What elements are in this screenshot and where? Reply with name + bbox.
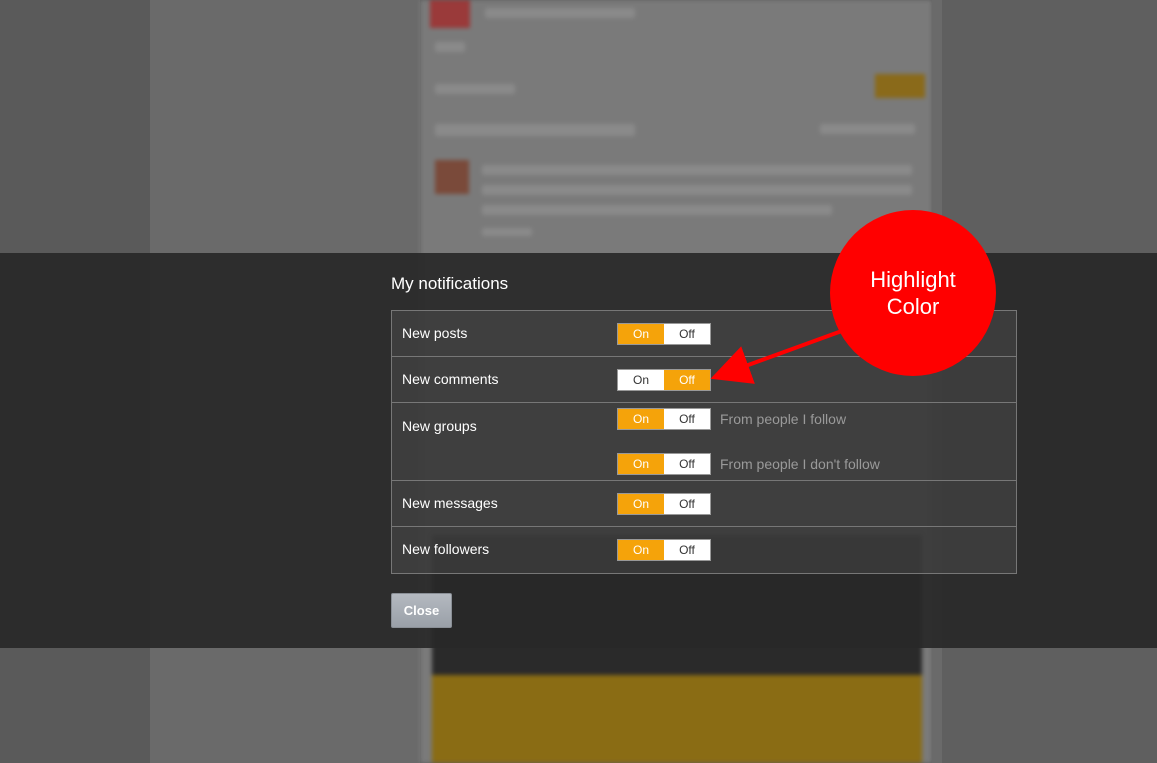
- row-label: New posts: [402, 325, 468, 341]
- background-text: [435, 42, 465, 52]
- toggle-off[interactable]: Off: [664, 540, 710, 560]
- background-text: [482, 185, 912, 195]
- new-groups-followed-toggle[interactable]: On Off: [617, 408, 711, 430]
- toggle-off[interactable]: Off: [664, 370, 710, 390]
- toggle-description: From people I don't follow: [720, 456, 880, 472]
- toggle-off[interactable]: Off: [664, 454, 710, 474]
- background-text: [482, 228, 532, 236]
- callout-line: Highlight: [870, 267, 956, 292]
- row-label: New groups: [402, 418, 477, 434]
- toggle-on[interactable]: On: [618, 409, 664, 429]
- row-label: New followers: [402, 541, 490, 557]
- background-text: [820, 124, 915, 134]
- background-promo-card: [432, 675, 922, 763]
- toggle-on[interactable]: On: [618, 324, 664, 344]
- background-text: [482, 205, 832, 215]
- background-avatar: [430, 0, 470, 28]
- row-label: New messages: [402, 495, 498, 511]
- callout-line: Color: [886, 294, 940, 319]
- background-text: [485, 8, 635, 18]
- toggle-off[interactable]: Off: [664, 324, 710, 344]
- close-button[interactable]: Close: [391, 593, 452, 628]
- toggle-description: From people I follow: [720, 411, 847, 427]
- toggle-on[interactable]: On: [618, 454, 664, 474]
- toggle-on[interactable]: On: [618, 370, 664, 390]
- new-posts-toggle[interactable]: On Off: [617, 323, 711, 345]
- background-button: [875, 74, 925, 98]
- background-toolbar: [435, 124, 635, 136]
- new-comments-toggle[interactable]: On Off: [617, 369, 711, 391]
- new-messages-toggle[interactable]: On Off: [617, 493, 711, 515]
- toggle-on[interactable]: On: [618, 540, 664, 560]
- toggle-on[interactable]: On: [618, 494, 664, 514]
- notification-row-new-groups: New groups On Off From people I follow O…: [392, 403, 1016, 481]
- dialog-title: My notifications: [391, 274, 509, 293]
- toggle-off[interactable]: Off: [664, 409, 710, 429]
- highlight-color-callout: Highlight Color: [830, 210, 996, 376]
- background-thumbnail: [435, 160, 469, 194]
- notification-row-new-followers: New followers On Off: [392, 527, 1016, 573]
- new-followers-toggle[interactable]: On Off: [617, 539, 711, 561]
- background-text: [435, 84, 515, 94]
- background-text: [482, 165, 912, 175]
- notification-row-new-messages: New messages On Off: [392, 481, 1016, 527]
- new-groups-unfollowed-toggle[interactable]: On Off: [617, 453, 711, 475]
- row-label: New comments: [402, 371, 499, 387]
- toggle-off[interactable]: Off: [664, 494, 710, 514]
